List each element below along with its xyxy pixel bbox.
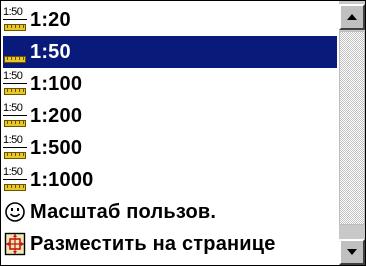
scale-1-50-icon: 1:50: [3, 70, 27, 98]
list-item[interactable]: 1:50 1:50: [3, 36, 337, 68]
list-item-label: 1:100: [30, 72, 83, 95]
scale-list: 1:50 1:20 1:50 1:50 1:50 1:100 1:50 1:200 1:50 1:…: [3, 4, 337, 262]
list-item-label: 1:200: [30, 104, 83, 127]
fit-to-page-icon: [3, 230, 27, 258]
scale-icon-text: 1:50: [3, 102, 23, 114]
scale-1-50-icon: 1:50: [3, 134, 27, 162]
list-item-label: Разместить на странице: [30, 232, 276, 255]
smiley-user-icon: [3, 198, 27, 226]
list-item-label: 1:1000: [30, 168, 94, 191]
list-item[interactable]: 1:50 1:1000: [3, 164, 337, 196]
arrow-down-icon: [347, 249, 357, 255]
list-item-label: 1:20: [30, 8, 71, 31]
list-item[interactable]: 1:50 1:20: [3, 4, 337, 36]
list-item-label: 1:500: [30, 136, 83, 159]
list-item-label: 1:50: [30, 40, 71, 63]
scale-1-50-icon: 1:50: [3, 6, 27, 34]
scale-icon-text: 1:50: [3, 38, 23, 50]
scroll-up-button[interactable]: [339, 4, 365, 30]
arrow-up-icon: [347, 14, 357, 20]
scale-icon-text: 1:50: [3, 166, 23, 178]
list-item-label: Масштаб пользов.: [30, 200, 217, 223]
scale-1-50-icon: 1:50: [3, 38, 27, 66]
list-item[interactable]: 1:50 1:100: [3, 68, 337, 100]
scroll-thumb[interactable]: [339, 31, 365, 225]
list-item[interactable]: 1:50 1:200: [3, 100, 337, 132]
scroll-down-button[interactable]: [339, 239, 365, 265]
vertical-scrollbar[interactable]: [339, 1, 365, 265]
scale-listbox[interactable]: 1:50 1:20 1:50 1:50 1:50 1:100 1:50 1:200 1:50 1:…: [0, 0, 366, 266]
list-item[interactable]: Разместить на странице: [3, 228, 337, 260]
list-item[interactable]: Масштаб пользов.: [3, 196, 337, 228]
scale-1-50-icon: 1:50: [3, 102, 27, 130]
list-item[interactable]: 1:50 1:500: [3, 132, 337, 164]
scroll-track[interactable]: [339, 30, 365, 239]
scale-icon-text: 1:50: [3, 134, 23, 146]
scale-icon-text: 1:50: [3, 70, 23, 82]
scale-1-50-icon: 1:50: [3, 166, 27, 194]
scale-icon-text: 1:50: [3, 6, 23, 18]
